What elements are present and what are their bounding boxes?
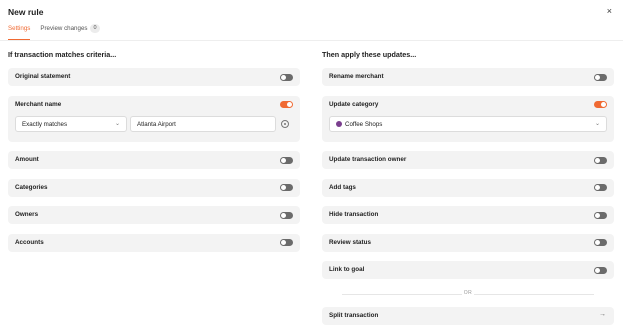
update-owner-toggle[interactable]	[594, 156, 607, 164]
criteria-accounts: Accounts	[8, 233, 300, 252]
category-icon	[336, 121, 342, 127]
add-tags-label: Add tags	[329, 183, 356, 191]
match-type-select[interactable]: Exactly matches ⌄	[15, 115, 127, 132]
tab-preview-label: Preview changes	[40, 25, 88, 32]
criteria-original-statement: Original statement	[8, 68, 300, 86]
preview-count-badge: 0	[90, 24, 100, 33]
criteria-amount: Amount	[8, 151, 300, 169]
merchant-name-label: Merchant name	[15, 100, 62, 108]
separator-line-right	[474, 293, 594, 295]
or-separator: OR	[322, 287, 614, 301]
hide-transaction-label: Hide transaction	[329, 211, 379, 218]
dialog-header: New rule ×	[8, 6, 615, 19]
chevron-down-icon: ⌄	[114, 120, 120, 127]
criteria-owners: Owners	[8, 206, 300, 224]
update-owner-label: Update transaction owner	[329, 156, 407, 163]
link-to-goal-toggle[interactable]	[594, 266, 607, 274]
circle-remove-icon[interactable]	[281, 119, 289, 128]
tab-settings[interactable]: Settings	[8, 24, 31, 40]
category-value: Coffee Shops	[345, 120, 383, 128]
update-category-label: Update category	[329, 100, 379, 108]
close-icon[interactable]: ×	[607, 6, 612, 16]
merchant-name-value: Atlanta Airport	[137, 120, 176, 128]
categories-label: Categories	[15, 183, 48, 191]
arrow-right-icon: →	[599, 310, 606, 318]
match-type-value: Exactly matches	[22, 120, 68, 128]
criteria-merchant-name: Merchant name Exactly matches ⌄ Atlanta …	[8, 95, 300, 142]
criteria-title: If transaction matches criteria...	[8, 50, 117, 59]
update-link-to-goal: Link to goal	[322, 261, 614, 279]
add-tags-toggle[interactable]	[594, 184, 607, 191]
rename-merchant-label: Rename merchant	[329, 73, 384, 80]
hide-transaction-toggle[interactable]	[594, 211, 607, 219]
chevron-down-icon: ⌄	[594, 120, 600, 127]
criteria-categories: Categories	[8, 178, 300, 197]
update-review-status: Review status	[322, 233, 614, 252]
category-select[interactable]: Coffee Shops ⌄	[329, 115, 607, 132]
split-transaction-button[interactable]: Split transaction →	[322, 306, 614, 325]
update-add-tags: Add tags	[322, 178, 614, 197]
owners-label: Owners	[15, 211, 39, 218]
original-statement-label: Original statement	[15, 73, 71, 80]
updates-title: Then apply these updates...	[322, 50, 417, 59]
accounts-label: Accounts	[15, 238, 44, 246]
update-category: Update category Coffee Shops ⌄	[322, 95, 614, 142]
review-status-toggle[interactable]	[594, 239, 607, 246]
owners-toggle[interactable]	[280, 211, 293, 219]
criteria-column: If transaction matches criteria... Origi…	[8, 50, 300, 261]
accounts-toggle[interactable]	[280, 239, 293, 246]
update-rename-merchant: Rename merchant	[322, 68, 614, 86]
tab-divider	[0, 40, 623, 41]
original-statement-toggle[interactable]	[280, 73, 293, 81]
link-to-goal-label: Link to goal	[329, 266, 365, 273]
update-category-toggle[interactable]	[594, 101, 607, 108]
merchant-name-toggle[interactable]	[280, 101, 293, 108]
tab-settings-label: Settings	[8, 25, 31, 32]
review-status-label: Review status	[329, 238, 371, 246]
split-transaction-label: Split transaction	[329, 311, 379, 319]
amount-label: Amount	[15, 156, 39, 163]
update-hide-transaction: Hide transaction	[322, 206, 614, 224]
rename-merchant-toggle[interactable]	[594, 73, 607, 81]
dialog-title: New rule	[8, 7, 44, 17]
categories-toggle[interactable]	[280, 184, 293, 191]
merchant-name-input[interactable]: Atlanta Airport	[130, 115, 276, 132]
amount-toggle[interactable]	[280, 156, 293, 164]
update-transaction-owner: Update transaction owner	[322, 151, 614, 169]
tab-bar: Settings Preview changes 0	[8, 24, 100, 40]
updates-column: Then apply these updates... Rename merch…	[322, 50, 614, 334]
tab-preview-changes[interactable]: Preview changes 0	[40, 24, 100, 40]
